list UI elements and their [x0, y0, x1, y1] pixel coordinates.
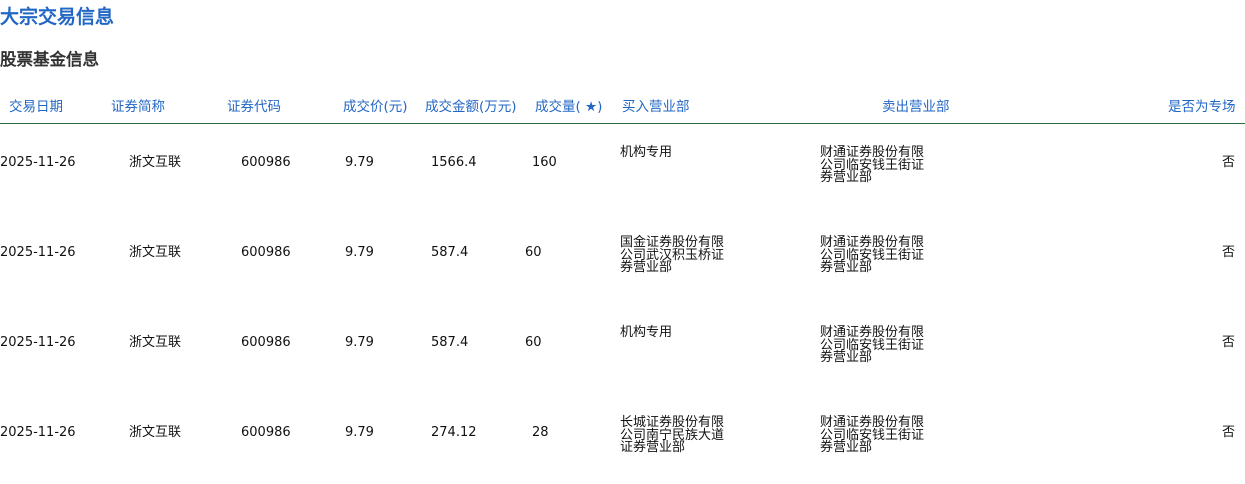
- trade-date-cell: 2025-11-26: [0, 155, 76, 170]
- trade-date-cell: 2025-11-26: [0, 335, 76, 350]
- seller-cell: 财通证券股份有限公司临安钱王街证券营业部: [820, 415, 925, 455]
- seller-cell: 财通证券股份有限公司临安钱王街证券营业部: [820, 235, 925, 275]
- header-seller[interactable]: 卖出营业部: [882, 98, 950, 116]
- buyer-cell: 机构专用: [620, 325, 673, 340]
- security-name-cell: 浙文互联: [129, 425, 182, 440]
- header-special[interactable]: 是否为专场: [1168, 98, 1236, 116]
- amount-cell: 587.4: [431, 245, 469, 260]
- price-cell: 9.79: [345, 245, 374, 260]
- table-row: 2025-11-26 浙文互联 600986 9.79 1566.4 160 机…: [0, 126, 1245, 216]
- table-row: 2025-11-26 浙文互联 600986 9.79 274.12 28 长城…: [0, 396, 1245, 484]
- security-code-cell: 600986: [241, 245, 291, 260]
- trade-date-cell: 2025-11-26: [0, 245, 76, 260]
- amount-cell: 587.4: [431, 335, 469, 350]
- table-row: 2025-11-26 浙文互联 600986 9.79 587.4 60 国金证…: [0, 216, 1245, 306]
- volume-cell: 60: [525, 335, 542, 350]
- volume-cell: 160: [532, 155, 557, 170]
- price-cell: 9.79: [345, 425, 374, 440]
- amount-cell: 1566.4: [431, 155, 477, 170]
- seller-cell: 财通证券股份有限公司临安钱王街证券营业部: [820, 325, 925, 365]
- security-code-cell: 600986: [241, 155, 291, 170]
- header-buyer[interactable]: 买入营业部: [622, 98, 690, 116]
- header-price[interactable]: 成交价(元): [343, 98, 408, 116]
- security-code-cell: 600986: [241, 335, 291, 350]
- amount-cell: 274.12: [431, 425, 477, 440]
- special-cell: 否: [1222, 245, 1236, 260]
- table-row: 2025-11-26 浙文互联 600986 9.79 587.4 60 机构专…: [0, 306, 1245, 396]
- security-name-cell: 浙文互联: [129, 245, 182, 260]
- section-title: 股票基金信息: [0, 50, 99, 69]
- special-cell: 否: [1222, 335, 1236, 350]
- special-cell: 否: [1222, 155, 1236, 170]
- trade-date-cell: 2025-11-26: [0, 425, 76, 440]
- header-amount[interactable]: 成交金额(万元): [425, 98, 517, 116]
- page-root: 大宗交易信息 股票基金信息 交易日期 证券简称 证券代码 成交价(元) 成交金额…: [0, 0, 1245, 484]
- seller-cell: 财通证券股份有限公司临安钱王街证券营业部: [820, 145, 925, 185]
- security-name-cell: 浙文互联: [129, 335, 182, 350]
- volume-cell: 28: [532, 425, 549, 440]
- special-cell: 否: [1222, 425, 1236, 440]
- volume-cell: 60: [525, 245, 542, 260]
- table-header: 交易日期 证券简称 证券代码 成交价(元) 成交金额(万元) 成交量( ★) 买…: [0, 95, 1245, 124]
- price-cell: 9.79: [345, 155, 374, 170]
- security-name-cell: 浙文互联: [129, 155, 182, 170]
- header-volume[interactable]: 成交量( ★): [535, 98, 602, 116]
- header-security-name[interactable]: 证券简称: [111, 98, 165, 116]
- buyer-cell: 国金证券股份有限公司武汉积玉桥证券营业部: [620, 235, 725, 275]
- buyer-cell: 长城证券股份有限公司南宁民族大道证券营业部: [620, 415, 725, 455]
- price-cell: 9.79: [345, 335, 374, 350]
- buyer-cell: 机构专用: [620, 145, 673, 160]
- security-code-cell: 600986: [241, 425, 291, 440]
- header-trade-date[interactable]: 交易日期: [9, 98, 63, 116]
- header-security-code[interactable]: 证券代码: [227, 98, 281, 116]
- page-title: 大宗交易信息: [0, 6, 115, 28]
